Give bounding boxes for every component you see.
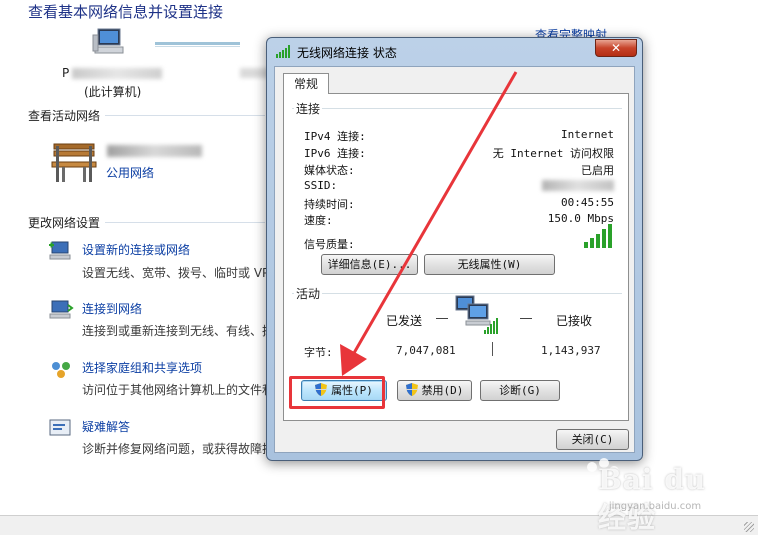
baidu-watermark: Bai du 经验 jingyan.baidu.com bbox=[580, 455, 730, 534]
duration-label: 持续时间: bbox=[304, 198, 355, 211]
watermark-url: jingyan.baidu.com bbox=[608, 501, 702, 512]
diagnose-button[interactable]: 诊断(G) bbox=[480, 380, 560, 401]
setup-connection-link[interactable]: 设置新的连接或网络 bbox=[82, 241, 190, 258]
signal-quality-label: 信号质量: bbox=[304, 238, 355, 251]
bytes-received-value: 1,143,937 bbox=[541, 344, 601, 357]
change-settings-label: 更改网络设置 bbox=[28, 216, 101, 230]
media-state-value: 已启用 bbox=[581, 164, 614, 177]
connect-network-icon bbox=[49, 300, 74, 319]
dialog-title: 无线网络连接 状态 bbox=[297, 46, 397, 60]
ipv4-label: IPv4 连接: bbox=[304, 130, 366, 143]
network-activity-icon bbox=[455, 295, 498, 334]
network-name-redacted bbox=[107, 145, 202, 157]
details-button[interactable]: 详细信息(E)... bbox=[321, 254, 418, 275]
divider bbox=[105, 222, 265, 223]
received-dash bbox=[520, 318, 532, 319]
homegroup-icon bbox=[52, 362, 70, 378]
troubleshoot-link[interactable]: 疑难解答 bbox=[82, 418, 130, 435]
resize-grip[interactable] bbox=[744, 522, 754, 532]
connect-to-network-link[interactable]: 连接到网络 bbox=[82, 300, 142, 317]
connect-to-network-desc: 连接到或重新连接到无线、有线、拨 bbox=[82, 324, 275, 338]
sent-dash bbox=[436, 318, 448, 319]
homegroup-desc: 访问位于其他网络计算机上的文件和 bbox=[82, 383, 275, 397]
sent-label: 已发送 bbox=[386, 314, 423, 328]
setup-connection-desc: 设置无线、宽带、拨号、临时或 VP bbox=[82, 266, 270, 280]
wireless-properties-button[interactable]: 无线属性(W) bbox=[424, 254, 555, 275]
speed-label: 速度: bbox=[304, 214, 333, 227]
connection-line-shadow bbox=[155, 46, 240, 47]
activity-group-title: 活动 bbox=[294, 285, 323, 302]
signal-bars-icon bbox=[276, 45, 290, 58]
troubleshoot-desc: 诊断并修复网络问题，或获得故障排 bbox=[82, 442, 275, 456]
computer-name-redacted bbox=[72, 68, 162, 79]
page-title: 查看基本网络信息并设置连接 bbox=[28, 3, 224, 21]
ipv6-label: IPv6 连接: bbox=[304, 147, 366, 160]
troubleshoot-icon bbox=[49, 419, 71, 436]
ssid-label: SSID: bbox=[304, 179, 338, 192]
duration-value: 00:45:55 bbox=[561, 196, 614, 209]
connection-group-title: 连接 bbox=[294, 100, 323, 117]
ipv6-value: 无 Internet 访问权限 bbox=[492, 147, 614, 160]
computer-icon bbox=[92, 28, 124, 54]
bytes-separator bbox=[492, 342, 493, 356]
annotation-highlight-box bbox=[289, 376, 385, 409]
group-divider bbox=[292, 108, 622, 109]
computer-name-prefix: P bbox=[62, 66, 70, 80]
window-close-button[interactable]: ✕ bbox=[595, 39, 637, 57]
watermark-text: Bai du 经验 bbox=[598, 463, 707, 534]
signal-strength-icon bbox=[584, 224, 612, 248]
park-bench-icon bbox=[51, 143, 97, 182]
close-button[interactable]: 关闭(C) bbox=[556, 429, 629, 450]
public-network-link[interactable]: 公用网络 bbox=[106, 164, 154, 181]
disable-button[interactable]: 禁用(D) bbox=[397, 380, 472, 401]
active-networks-label: 查看活动网络 bbox=[28, 109, 101, 123]
this-computer-label: (此计算机) bbox=[84, 85, 142, 99]
tab-general[interactable]: 常规 bbox=[283, 73, 329, 94]
new-connection-icon bbox=[49, 241, 71, 260]
media-state-label: 媒体状态: bbox=[304, 164, 355, 177]
ipv4-value: Internet bbox=[561, 128, 614, 141]
general-tab-panel: 连接 IPv4 连接: Internet IPv6 连接: 无 Internet… bbox=[283, 93, 629, 421]
received-label: 已接收 bbox=[556, 314, 593, 328]
dialog-titlebar[interactable]: 无线网络连接 状态 ✕ bbox=[267, 38, 642, 64]
uac-shield-icon bbox=[405, 383, 418, 396]
connection-line bbox=[155, 42, 240, 45]
divider bbox=[105, 115, 265, 116]
bytes-label: 字节: bbox=[304, 346, 333, 359]
ssid-redacted bbox=[542, 180, 614, 191]
bytes-sent-value: 7,047,081 bbox=[396, 344, 456, 357]
disable-button-label: 禁用(D) bbox=[421, 384, 464, 397]
homegroup-link[interactable]: 选择家庭组和共享选项 bbox=[82, 359, 202, 376]
